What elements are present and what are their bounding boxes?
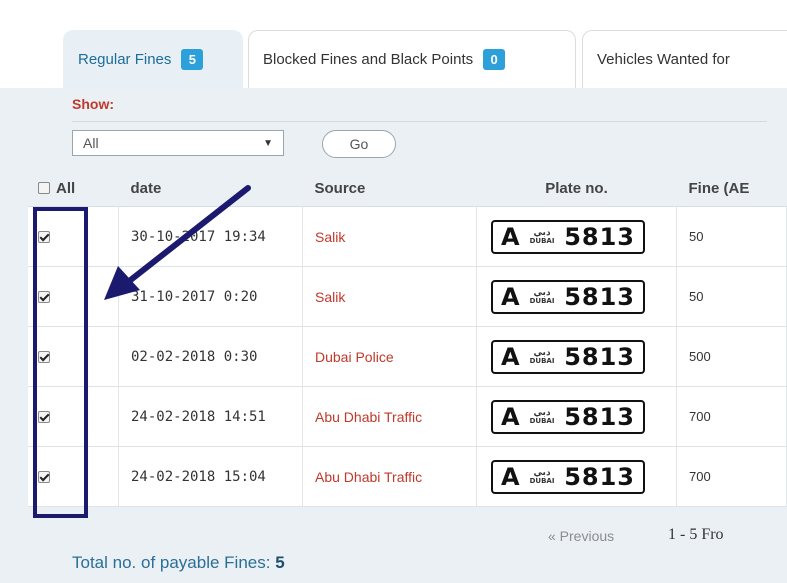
row-select-cell [28,326,119,387]
fine-cell: 50 [676,266,787,327]
dropdown-arrow-icon: ▼ [263,137,273,149]
row-select-cell [28,206,119,267]
source-cell: Abu Dhabi Traffic [302,386,477,447]
row-select-cell [28,446,119,507]
tab-blocked-fines[interactable]: Blocked Fines and Black Points 0 [248,30,576,88]
license-plate: A دبي DUBAI 5813 [491,399,645,434]
tab-label: Vehicles Wanted for [597,51,730,68]
plate-emirate: دبي DUBAI [529,228,555,245]
table-row: 24-02-2018 14:51 Abu Dhabi Traffic A دبي… [28,386,787,447]
fine-cell: 500 [676,326,787,387]
license-plate: A دبي DUBAI 5813 [491,459,645,494]
plate-emirate-en: DUBAI [529,476,555,485]
plate-cell: A دبي DUBAI 5813 [476,386,677,447]
date-cell: 02-02-2018 0:30 [118,326,303,387]
plate-emirate-en: DUBAI [529,356,555,365]
go-button[interactable]: Go [322,130,396,158]
plate-code: A [501,462,520,491]
row-checkbox[interactable] [38,230,50,243]
license-plate: A دبي DUBAI 5813 [491,279,645,314]
row-select-cell [28,386,119,447]
count-badge: 5 [181,49,204,70]
select-all-header: All [28,170,119,207]
row-checkbox[interactable] [38,470,50,483]
fine-cell: 700 [676,386,787,447]
source-cell: Salik [302,266,477,327]
tab-label: Regular Fines [78,51,172,68]
plate-emirate-en: DUBAI [529,296,555,305]
plate-number: 5813 [564,222,635,251]
plate-code: A [501,402,520,431]
plate-emirate: دبي DUBAI [529,408,555,425]
tab-regular-fines[interactable]: Regular Fines 5 [63,30,243,88]
total-label: Total no. of payable Fines: [72,553,271,572]
plate-cell: A دبي DUBAI 5813 [476,446,677,507]
pagination: « Previous 1 - 5 Fro [0,524,787,548]
fines-tabs: Regular Fines 5 Blocked Fines and Black … [60,30,787,88]
fine-header[interactable]: Fine (AE [676,170,787,207]
plate-number: 5813 [564,282,635,311]
license-plate: A دبي DUBAI 5813 [491,219,645,254]
date-cell: 24-02-2018 14:51 [118,386,303,447]
fine-cell: 50 [676,206,787,267]
plate-cell: A دبي DUBAI 5813 [476,266,677,327]
license-plate: A دبي DUBAI 5813 [491,339,645,374]
total-payable-fines: Total no. of payable Fines: 5 [72,553,285,573]
plate-emirate: دبي DUBAI [529,348,555,365]
plate-code: A [501,222,520,251]
plate-emirate: دبي DUBAI [529,468,555,485]
table-header-row: All date Source Plate no. Fine (AE [28,170,787,207]
table-row: 31-10-2017 0:20 Salik A دبي DUBAI 5813 50 [28,266,787,327]
date-cell: 24-02-2018 15:04 [118,446,303,507]
select-all-checkbox[interactable] [38,182,50,195]
table-row: 30-10-2017 19:34 Salik A دبي DUBAI 5813 5… [28,206,787,267]
table-row: 24-02-2018 15:04 Abu Dhabi Traffic A دبي… [28,446,787,507]
plate-emirate-en: DUBAI [529,236,555,245]
plate-cell: A دبي DUBAI 5813 [476,326,677,387]
date-cell: 30-10-2017 19:34 [118,206,303,267]
source-cell: Salik [302,206,477,267]
row-checkbox[interactable] [38,290,50,303]
tab-vehicles-wanted[interactable]: Vehicles Wanted for [582,30,787,88]
source-cell: Dubai Police [302,326,477,387]
plate-emirate-en: DUBAI [529,416,555,425]
fine-cell: 700 [676,446,787,507]
show-label: Show: [72,96,114,112]
row-select-cell [28,266,119,327]
plate-emirate: دبي DUBAI [529,288,555,305]
total-value: 5 [275,553,285,572]
select-all-label: All [56,179,76,197]
plate-header[interactable]: Plate no. [476,170,677,207]
source-cell: Abu Dhabi Traffic [302,446,477,507]
show-filter-select[interactable]: All ▼ [72,130,284,156]
fines-table: All date Source Plate no. Fine (AE 30-10… [28,170,787,507]
row-checkbox[interactable] [38,350,50,363]
plate-number: 5813 [564,342,635,371]
plate-number: 5813 [564,462,635,491]
table-row: 02-02-2018 0:30 Dubai Police A دبي DUBAI … [28,326,787,387]
row-checkbox[interactable] [38,410,50,423]
page-range: 1 - 5 Fro [668,526,724,543]
previous-page-link[interactable]: « Previous [548,528,614,544]
date-cell: 31-10-2017 0:20 [118,266,303,327]
tab-label: Blocked Fines and Black Points [263,51,474,68]
source-header[interactable]: Source [302,170,477,207]
count-badge: 0 [483,49,506,70]
date-header[interactable]: date [118,170,303,207]
plate-number: 5813 [564,402,635,431]
plate-code: A [501,342,520,371]
divider [72,121,767,122]
select-value: All [83,135,99,151]
plate-cell: A دبي DUBAI 5813 [476,206,677,267]
plate-code: A [501,282,520,311]
